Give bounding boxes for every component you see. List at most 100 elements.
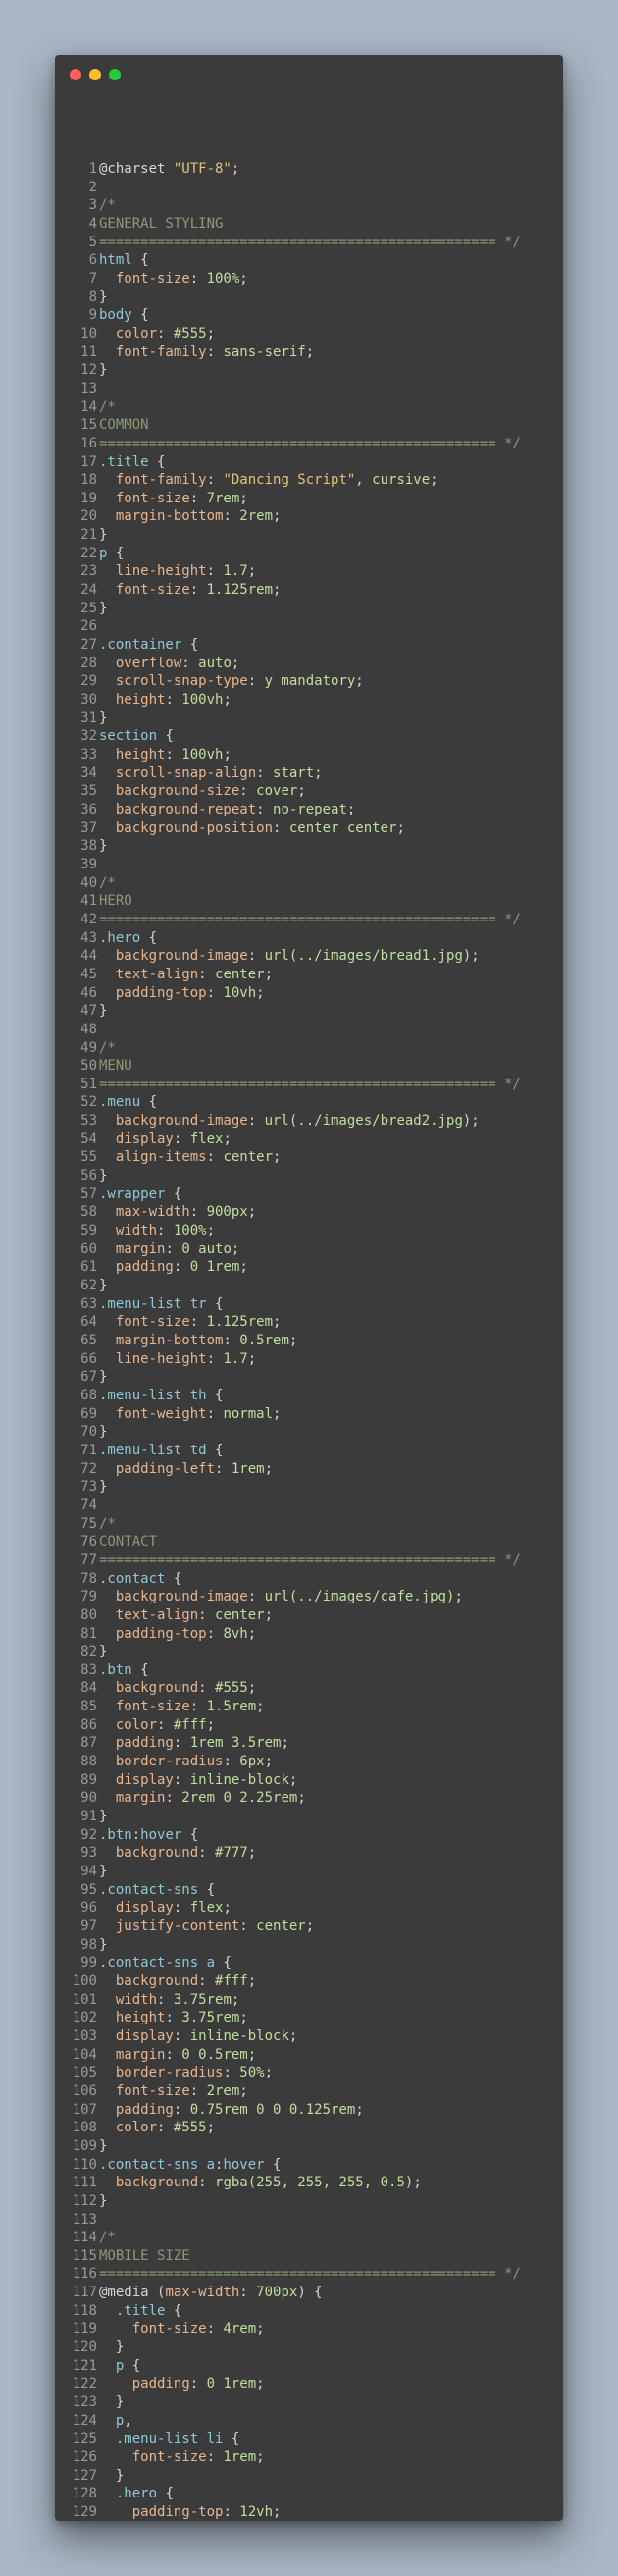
code-comment: ========================================… (99, 2266, 521, 2283)
zoom-window-button[interactable] (109, 69, 121, 80)
code-property: scroll-snap-align (115, 764, 257, 781)
code-punctuation: ; (247, 1972, 257, 1989)
code-punctuation: ; (288, 1333, 298, 1348)
code-punctuation: { (264, 2156, 282, 2173)
code-punctuation (99, 783, 116, 799)
code-punctuation: ; (314, 764, 323, 781)
line-content: display: inline-block; (99, 1771, 563, 1790)
line-content: html { (99, 251, 563, 270)
line-content: .menu-list tr { (99, 1295, 563, 1314)
line-content: p { (99, 2357, 563, 2376)
code-punctuation: } (99, 1644, 108, 1660)
line-number: 77 (80, 1551, 97, 1568)
code-punctuation: ; (273, 582, 282, 599)
line-number: 118 (72, 2302, 97, 2319)
code-line: 101 width: 3.75rem; (55, 1991, 563, 2010)
code-value: flex (189, 1130, 224, 1147)
code-selector: .menu-list tr (99, 1295, 207, 1312)
code-punctuation: : (206, 1405, 224, 1422)
code-line: 70} (55, 1423, 563, 1442)
code-punctuation: : (189, 1204, 207, 1221)
code-punctuation: : (247, 1113, 265, 1130)
line-content: display: inline-block; (99, 2027, 563, 2046)
code-comment: CONTACT (99, 1534, 158, 1551)
line-content: font-size: 1.5rem; (99, 1698, 563, 1716)
code-punctuation: ; (305, 1919, 315, 1934)
code-punctuation: ; (305, 343, 315, 360)
code-punctuation (99, 1131, 116, 1147)
code-line: 2 (55, 179, 563, 197)
code-punctuation: } (99, 1809, 108, 1825)
code-line: 56} (55, 1167, 563, 1185)
line-number: 105 (72, 2065, 97, 2081)
line-content: height: 100vh; (99, 746, 563, 764)
line-number: 53 (80, 1113, 97, 1130)
line-number: 41 (80, 893, 97, 910)
code-punctuation: } (99, 527, 108, 544)
code-punctuation (99, 747, 116, 762)
code-punctuation: { (140, 1094, 158, 1111)
code-value: 0 1rem (189, 1259, 240, 1276)
line-content: background: #555; (99, 1679, 563, 1698)
line-number: 8 (88, 289, 97, 305)
code-value: 0 auto (181, 1240, 232, 1257)
code-selector: .hero (99, 929, 141, 946)
line-number: 37 (80, 819, 97, 836)
line-content (99, 856, 563, 874)
line-number: 84 (80, 1680, 97, 1697)
code-at-rule: @charset (99, 161, 174, 177)
code-line: 107 padding: 0.75rem 0 0 0.125rem; (55, 2101, 563, 2120)
line-content: padding: 1rem 3.5rem; (99, 1734, 563, 1753)
code-punctuation: ; (223, 747, 232, 762)
code-punctuation: : (189, 1699, 207, 1715)
code-line: 105 border-radius: 50%; (55, 2064, 563, 2082)
close-window-button[interactable] (70, 69, 81, 80)
code-property: display (115, 1130, 174, 1147)
line-number: 72 (80, 1460, 97, 1477)
code-punctuation (99, 2504, 132, 2520)
code-punctuation: } (99, 1936, 108, 1953)
code-line: 48 (55, 1021, 563, 1039)
code-editor[interactable]: 1 @charset "UTF-8"; 2 3/* 4 GENERAL STYLING 5 =… (55, 160, 563, 2521)
line-content: align-items: center; (99, 1148, 563, 1167)
code-string: "Dancing Script" (223, 472, 356, 489)
code-property: margin-bottom (115, 1333, 224, 1348)
code-line: 38} (55, 837, 563, 856)
code-punctuation (99, 656, 116, 671)
code-line: 83 .btn { (55, 1661, 563, 1680)
code-line: 68 .menu-list th { (55, 1387, 563, 1405)
line-number: 81 (80, 1625, 97, 1642)
code-punctuation: : (215, 1460, 232, 1477)
code-punctuation (99, 820, 116, 836)
code-line: 42 ======================================… (55, 911, 563, 929)
code-property: margin (115, 1790, 166, 1807)
line-number: 125 (72, 2431, 97, 2447)
code-punctuation: : (239, 2285, 257, 2301)
line-content: background-repeat: no-repeat; (99, 801, 563, 819)
line-number: 71 (80, 1442, 97, 1458)
line-content: text-align: center; (99, 966, 563, 984)
code-line: 69 font-weight: normal; (55, 1405, 563, 1424)
line-number: 48 (80, 1021, 97, 1037)
code-line: 17 .title { (55, 453, 563, 472)
code-line: 27 .container { (55, 636, 563, 655)
line-content: line-height: 1.7; (99, 1350, 563, 1369)
line-content: font-family: "Dancing Script", cursive; (99, 471, 563, 490)
code-selector: .contact-sns (99, 1881, 199, 1898)
code-line: 87 padding: 1rem 3.5rem; (55, 1734, 563, 1753)
code-line: 20 margin-bottom: 2rem; (55, 507, 563, 526)
line-content: @charset "UTF-8"; (99, 160, 563, 179)
line-number: 93 (80, 1845, 97, 1862)
line-number: 120 (72, 2339, 97, 2356)
line-number: 39 (80, 856, 97, 872)
line-content: border-radius: 6px; (99, 1753, 563, 1771)
code-value: #777 (215, 1845, 248, 1862)
code-comment: /* (99, 398, 116, 415)
code-punctuation: : (223, 508, 240, 525)
code-punctuation: : (173, 1900, 190, 1917)
line-number: 88 (80, 1754, 97, 1770)
minimize-window-button[interactable] (89, 69, 101, 80)
code-line: 117 @media (max-width: 700px) { (55, 2284, 563, 2302)
code-property: color (115, 2120, 158, 2136)
code-punctuation (99, 1351, 116, 1367)
